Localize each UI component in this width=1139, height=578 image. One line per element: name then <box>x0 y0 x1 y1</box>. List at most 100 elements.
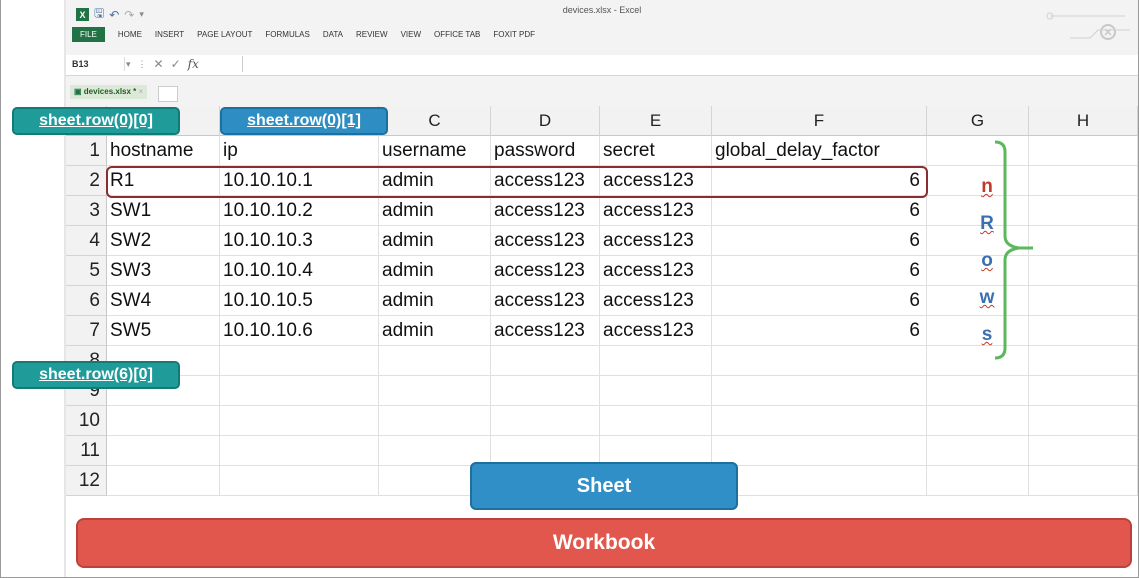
cell-f11[interactable] <box>712 436 927 466</box>
cell-f10[interactable] <box>712 406 927 436</box>
row-header-3[interactable]: 3 <box>66 196 107 226</box>
cell-a11[interactable] <box>107 436 220 466</box>
cell-e4[interactable]: access123 <box>600 226 712 256</box>
cell-g10[interactable] <box>927 406 1029 436</box>
cell-d7[interactable]: access123 <box>491 316 600 346</box>
tab-home[interactable]: HOME <box>118 30 142 39</box>
cell-c9[interactable] <box>379 376 491 406</box>
row-header-11[interactable]: 11 <box>66 436 107 466</box>
cell-f9[interactable] <box>712 376 927 406</box>
cell-e1[interactable]: secret <box>600 136 712 166</box>
cell-c7[interactable]: admin <box>379 316 491 346</box>
close-tab-icon[interactable]: × <box>139 87 144 96</box>
tab-formulas[interactable]: FORMULAS <box>265 30 309 39</box>
cell-b1[interactable]: ip <box>220 136 379 166</box>
formula-input[interactable] <box>242 56 1136 72</box>
row-header-2[interactable]: 2 <box>66 166 107 196</box>
tab-review[interactable]: REVIEW <box>356 30 388 39</box>
cell-c10[interactable] <box>379 406 491 436</box>
cell-a1[interactable]: hostname <box>107 136 220 166</box>
cell-d6[interactable]: access123 <box>491 286 600 316</box>
cell-a5[interactable]: SW3 <box>107 256 220 286</box>
cell-e6[interactable]: access123 <box>600 286 712 316</box>
cell-h11[interactable] <box>1029 436 1138 466</box>
cell-d3[interactable]: access123 <box>491 196 600 226</box>
cell-h10[interactable] <box>1029 406 1138 436</box>
cell-b5[interactable]: 10.10.10.4 <box>220 256 379 286</box>
tab-file[interactable]: FILE <box>72 27 105 42</box>
cell-e5[interactable]: access123 <box>600 256 712 286</box>
tab-page-layout[interactable]: PAGE LAYOUT <box>197 30 252 39</box>
enter-icon[interactable]: ✓ <box>171 57 181 71</box>
cell-e10[interactable] <box>600 406 712 436</box>
cell-g11[interactable] <box>927 436 1029 466</box>
cell-f12[interactable] <box>712 466 927 496</box>
cell-h7[interactable] <box>1029 316 1138 346</box>
row-header-5[interactable]: 5 <box>66 256 107 286</box>
cell-h5[interactable] <box>1029 256 1138 286</box>
cell-d4[interactable]: access123 <box>491 226 600 256</box>
name-box-dropdown-icon[interactable]: ▾ <box>126 59 131 70</box>
cell-d1[interactable]: password <box>491 136 600 166</box>
column-header-g[interactable]: G <box>927 106 1029 136</box>
cell-e7[interactable]: access123 <box>600 316 712 346</box>
cell-e3[interactable]: access123 <box>600 196 712 226</box>
cell-b10[interactable] <box>220 406 379 436</box>
document-tab[interactable]: ▣ devices.xlsx * × <box>70 85 148 99</box>
cell-h6[interactable] <box>1029 286 1138 316</box>
cell-f4[interactable]: 6 <box>712 226 927 256</box>
cell-e8[interactable] <box>600 346 712 376</box>
cell-d10[interactable] <box>491 406 600 436</box>
tab-office-tab[interactable]: OFFICE TAB <box>434 30 480 39</box>
cell-a7[interactable]: SW5 <box>107 316 220 346</box>
row-header-12[interactable]: 12 <box>66 466 107 496</box>
new-tab-button[interactable] <box>158 86 178 102</box>
row-header-10[interactable]: 10 <box>66 406 107 436</box>
cell-f7[interactable]: 6 <box>712 316 927 346</box>
tab-insert[interactable]: INSERT <box>155 30 184 39</box>
cell-h1[interactable] <box>1029 136 1138 166</box>
cell-a10[interactable] <box>107 406 220 436</box>
row-header-1[interactable]: 1 <box>66 136 107 166</box>
row-header-6[interactable]: 6 <box>66 286 107 316</box>
cell-b6[interactable]: 10.10.10.5 <box>220 286 379 316</box>
cell-f6[interactable]: 6 <box>712 286 927 316</box>
cell-b8[interactable] <box>220 346 379 376</box>
cell-f5[interactable]: 6 <box>712 256 927 286</box>
column-header-d[interactable]: D <box>491 106 600 136</box>
cell-a3[interactable]: SW1 <box>107 196 220 226</box>
cell-f8[interactable] <box>712 346 927 376</box>
column-header-f[interactable]: F <box>712 106 927 136</box>
cell-f1[interactable]: global_delay_factor <box>712 136 927 166</box>
column-header-e[interactable]: E <box>600 106 712 136</box>
tab-foxit-pdf[interactable]: FOXIT PDF <box>493 30 535 39</box>
cell-c8[interactable] <box>379 346 491 376</box>
cell-g9[interactable] <box>927 376 1029 406</box>
column-header-c[interactable]: C <box>379 106 491 136</box>
cell-a12[interactable] <box>107 466 220 496</box>
row-header-7[interactable]: 7 <box>66 316 107 346</box>
cell-d9[interactable] <box>491 376 600 406</box>
cell-d5[interactable]: access123 <box>491 256 600 286</box>
tab-data[interactable]: DATA <box>323 30 343 39</box>
name-box[interactable]: B13 <box>70 57 125 71</box>
cell-c1[interactable]: username <box>379 136 491 166</box>
cell-d8[interactable] <box>491 346 600 376</box>
cell-h3[interactable] <box>1029 196 1138 226</box>
cell-h9[interactable] <box>1029 376 1138 406</box>
cell-c4[interactable]: admin <box>379 226 491 256</box>
cell-b9[interactable] <box>220 376 379 406</box>
cell-e9[interactable] <box>600 376 712 406</box>
cell-b3[interactable]: 10.10.10.2 <box>220 196 379 226</box>
cell-h8[interactable] <box>1029 346 1138 376</box>
cell-h2[interactable] <box>1029 166 1138 196</box>
cell-c6[interactable]: admin <box>379 286 491 316</box>
tab-view[interactable]: VIEW <box>401 30 421 39</box>
insert-function-icon[interactable]: fx <box>188 57 199 71</box>
cell-h4[interactable] <box>1029 226 1138 256</box>
cell-a4[interactable]: SW2 <box>107 226 220 256</box>
cell-h12[interactable] <box>1029 466 1138 496</box>
cancel-icon[interactable]: ✕ <box>154 57 164 71</box>
cell-b12[interactable] <box>220 466 379 496</box>
column-header-h[interactable]: H <box>1029 106 1138 136</box>
